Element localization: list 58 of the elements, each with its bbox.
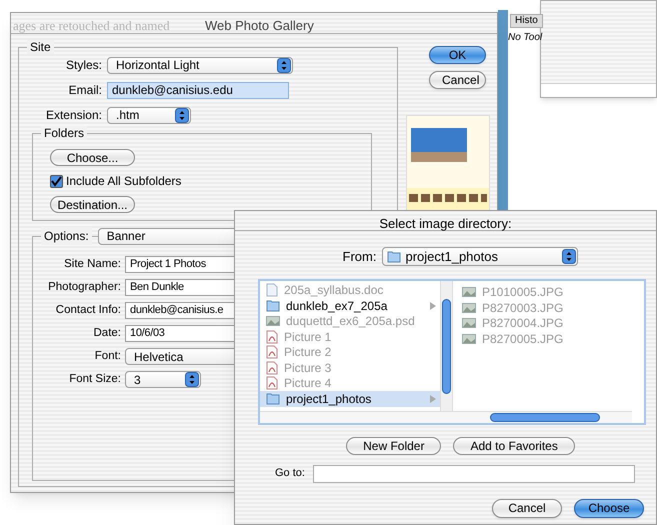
pdf-icon xyxy=(266,345,278,360)
group-legend: Folders xyxy=(41,126,88,140)
checkbox-row[interactable]: Include All Subfolders xyxy=(50,172,371,190)
window-title: Web Photo Gallery xyxy=(205,17,314,35)
popup-menu[interactable]: project1_photos xyxy=(382,247,578,266)
push-button[interactable]: New Folder xyxy=(346,436,442,454)
field-label: From: xyxy=(342,248,376,266)
field-label: Font: xyxy=(94,348,121,364)
stepper-icon xyxy=(185,372,199,387)
group-legend: Options: xyxy=(41,227,92,245)
field-label: Email: xyxy=(68,82,102,99)
destination-button[interactable]: Destination... xyxy=(50,196,135,213)
image-thumbnail-icon xyxy=(462,318,476,328)
image-thumbnail-icon xyxy=(266,316,280,326)
field-label: Font Size: xyxy=(68,372,121,387)
status-text: No Tool xyxy=(508,31,542,45)
checkbox[interactable] xyxy=(50,174,63,188)
field-label: Site Name: xyxy=(63,256,121,272)
push-button[interactable]: Add to Favorites xyxy=(453,436,575,454)
tab[interactable]: Histo xyxy=(510,14,543,28)
dialog-title: Select image directory: xyxy=(235,211,656,231)
folder-icon xyxy=(266,392,280,406)
choose-button[interactable]: Choose... xyxy=(50,149,135,166)
pdf-icon xyxy=(266,376,278,390)
field-label: Go to: xyxy=(275,466,305,482)
popup-menu[interactable]: .htm xyxy=(107,106,191,124)
folder-icon xyxy=(266,299,280,312)
text-field[interactable]: dunkleb@canisius.edu xyxy=(107,82,289,98)
document-icon xyxy=(266,283,278,298)
pdf-icon xyxy=(266,330,278,344)
stepper-icon xyxy=(175,108,189,122)
text-field[interactable] xyxy=(312,464,635,482)
stepper-icon xyxy=(562,249,576,264)
default-button[interactable]: OK xyxy=(429,46,486,64)
image-thumbnail-icon xyxy=(462,287,476,298)
image-thumbnail-icon xyxy=(462,334,476,344)
popup-menu[interactable]: Horizontal Light xyxy=(107,56,293,74)
folder-icon xyxy=(387,250,402,264)
pdf-icon xyxy=(266,360,278,375)
field-label: Styles: xyxy=(64,57,102,74)
field-label: Photographer: xyxy=(47,280,121,295)
file-row[interactable]: project1_photos xyxy=(260,391,440,406)
field-label: Date: xyxy=(92,326,121,341)
file-row[interactable]: dunkleb_ex7_205a xyxy=(260,298,440,314)
default-button[interactable]: Choose xyxy=(574,498,644,518)
horizontal-scrollbar[interactable] xyxy=(260,410,632,422)
disclosure-arrow-icon xyxy=(430,302,436,310)
push-button[interactable]: Cancel xyxy=(492,498,562,518)
popup-menu[interactable]: 3 xyxy=(125,371,201,388)
image-thumbnail-icon xyxy=(462,302,476,313)
stepper-icon xyxy=(277,58,291,72)
field-label: Contact Info: xyxy=(54,302,121,318)
background-text: ages are retouched and named xyxy=(13,17,170,35)
group-legend: Site xyxy=(27,40,54,54)
field-label: Extension: xyxy=(44,107,102,124)
disclosure-arrow-icon xyxy=(430,394,436,403)
vertical-scrollbar[interactable] xyxy=(440,280,453,412)
push-button[interactable]: Cancel xyxy=(429,71,486,89)
